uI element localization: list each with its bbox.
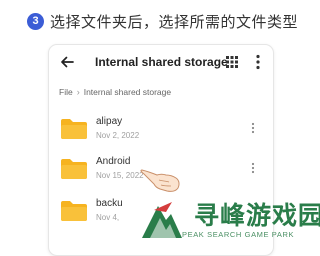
- mountain-logo-icon: [142, 202, 182, 238]
- watermark-title: 寻峰游戏园: [194, 201, 320, 230]
- folder-name: backu: [96, 198, 123, 209]
- step-instruction: 选择文件夹后，选择所需的文件类型: [50, 12, 299, 31]
- back-arrow-icon[interactable]: [59, 54, 75, 70]
- folder-icon: [61, 201, 87, 221]
- grid-icon[interactable]: [226, 56, 238, 68]
- pointing-hand-icon: [140, 169, 180, 192]
- chevron-right-icon: ›: [76, 87, 80, 97]
- app-bar: Internal shared storage: [49, 45, 273, 81]
- watermark-subtitle: PEAK SEARCH GAME PARK: [182, 230, 295, 239]
- folder-icon: [61, 159, 87, 179]
- step-number-badge: 3: [27, 12, 44, 30]
- folder-name: Android: [96, 156, 131, 167]
- more-vertical-icon[interactable]: [251, 162, 255, 174]
- breadcrumb: File › Internal shared storage: [59, 87, 171, 97]
- breadcrumb-current: Internal shared storage: [83, 87, 172, 97]
- folder-date: Nov 15, 2022: [96, 171, 144, 180]
- folder-row-alipay[interactable]: alipay Nov 2, 2022: [49, 113, 273, 153]
- page-title: Internal shared storage: [95, 55, 228, 69]
- folder-date: Nov 2, 2022: [96, 131, 140, 140]
- folder-icon: [61, 119, 87, 139]
- more-vertical-icon[interactable]: [256, 54, 260, 70]
- breadcrumb-root[interactable]: File: [59, 87, 73, 97]
- folder-name: alipay: [96, 116, 123, 127]
- step-header: 3 选择文件夹后，选择所需的文件类型: [27, 10, 298, 32]
- more-vertical-icon[interactable]: [251, 122, 255, 134]
- folder-date: Nov 4,: [96, 213, 120, 222]
